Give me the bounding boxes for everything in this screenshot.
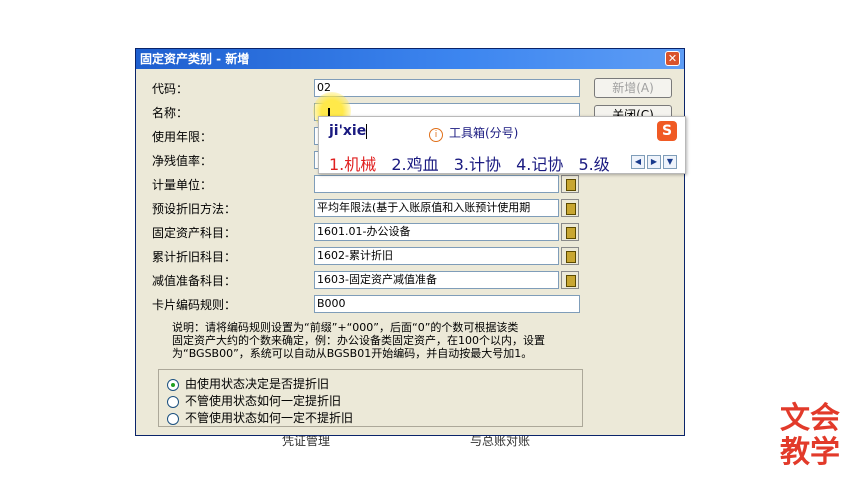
label-useful-life: 使用年限：	[152, 130, 213, 144]
ime-candidate-list: 1.机械 2.鸡血 3.计协 4.记协 5.级	[329, 151, 620, 175]
next-page-icon[interactable]: ▶	[647, 155, 661, 169]
radio-label: 由使用状态决定是否提折旧	[185, 377, 330, 391]
method-lookup-button[interactable]	[561, 199, 579, 217]
watermark-line-2: 教学	[780, 435, 840, 470]
label-code: 代码：	[152, 82, 189, 96]
ime-pinyin-text: ji'xie	[329, 123, 367, 139]
add-button[interactable]: 新增(A)	[594, 78, 672, 98]
radio-by-status[interactable]: 由使用状态决定是否提折旧	[167, 375, 329, 392]
coding-rule-note: 说明：请将编码规则设置为“前缀”+“000”，后面“0”的个数可根据该类 固定资…	[172, 321, 545, 360]
book-icon	[566, 227, 576, 239]
label-asset-account: 固定资产科目：	[152, 226, 237, 240]
dialog-titlebar: 固定资产类别 - 新增 ✕	[136, 49, 684, 69]
label-impairment-account: 减值准备科目：	[152, 274, 237, 288]
label-residual-rate: 净残值率：	[152, 154, 213, 168]
book-icon	[566, 275, 576, 287]
radio-label: 不管使用状态如何一定不提折旧	[185, 411, 354, 425]
book-icon	[566, 251, 576, 263]
depreciation-option-group: 由使用状态决定是否提折旧 不管使用状态如何一定提折旧 不管使用状态如何一定不提折…	[158, 369, 583, 427]
ime-candidate[interactable]: 3.计协	[454, 155, 501, 174]
asset-category-dialog: 固定资产类别 - 新增 ✕ 代码： 名称： 使用年限： 净残值率： 计量单位： …	[135, 48, 685, 436]
accum-depr-account-input[interactable]: 1602-累计折旧	[314, 247, 559, 265]
watermark-line-1: 文会	[780, 401, 840, 436]
sogou-logo-icon: S	[657, 121, 677, 141]
ime-toolbox-label: 工具箱(分号)	[449, 126, 519, 140]
radio-label: 不管使用状态如何一定提折旧	[185, 394, 342, 408]
book-icon	[566, 203, 576, 215]
book-icon	[566, 179, 576, 191]
watermark-logo: 文会 教学	[780, 402, 850, 470]
impairment-lookup-button[interactable]	[561, 271, 579, 289]
label-accum-depr-account: 累计折旧科目：	[152, 250, 237, 264]
radio-icon[interactable]	[167, 395, 179, 408]
label-name: 名称：	[152, 106, 189, 120]
depreciation-method-input[interactable]: 平均年限法(基于入账原值和入账预计使用期	[314, 199, 559, 217]
ime-toolbox[interactable]: i 工具箱(分号)	[429, 124, 518, 142]
label-depreciation-method: 预设折旧方法：	[152, 202, 237, 216]
unit-input[interactable]	[314, 175, 559, 193]
radio-checked-icon[interactable]	[167, 378, 179, 391]
ime-candidate[interactable]: 2.鸡血	[391, 155, 438, 174]
dialog-title: 固定资产类别 - 新增	[140, 52, 250, 66]
close-icon[interactable]: ✕	[665, 51, 680, 66]
ime-candidate[interactable]: 1.机械	[329, 155, 376, 174]
impairment-account-input[interactable]: 1603-固定资产减值准备	[314, 271, 559, 289]
ime-composition: ji'xie	[329, 123, 368, 139]
radio-always-depreciate[interactable]: 不管使用状态如何一定提折旧	[167, 392, 341, 409]
caret-icon	[366, 123, 368, 139]
ime-candidate[interactable]: 5.级	[579, 155, 610, 174]
prev-page-icon[interactable]: ◀	[631, 155, 645, 169]
radio-icon[interactable]	[167, 412, 179, 425]
radio-never-depreciate[interactable]: 不管使用状态如何一定不提折旧	[167, 409, 353, 426]
ime-candidate[interactable]: 4.记协	[516, 155, 563, 174]
expand-icon[interactable]: ▼	[663, 155, 677, 169]
ime-nav: ◀ ▶ ▼	[629, 153, 677, 169]
label-card-code-rule: 卡片编码规则：	[152, 298, 237, 312]
asset-account-input[interactable]: 1601.01-办公设备	[314, 223, 559, 241]
unit-lookup-button[interactable]	[561, 175, 579, 193]
ime-candidate-window: ji'xie i 工具箱(分号) S 1.机械 2.鸡血 3.计协 4.记协 5.…	[318, 116, 686, 174]
asset-account-lookup-button[interactable]	[561, 223, 579, 241]
code-input[interactable]: 02	[314, 79, 580, 97]
card-code-rule-input[interactable]: B000	[314, 295, 580, 313]
info-icon: i	[429, 128, 443, 142]
label-unit: 计量单位：	[152, 178, 213, 192]
accum-depr-lookup-button[interactable]	[561, 247, 579, 265]
